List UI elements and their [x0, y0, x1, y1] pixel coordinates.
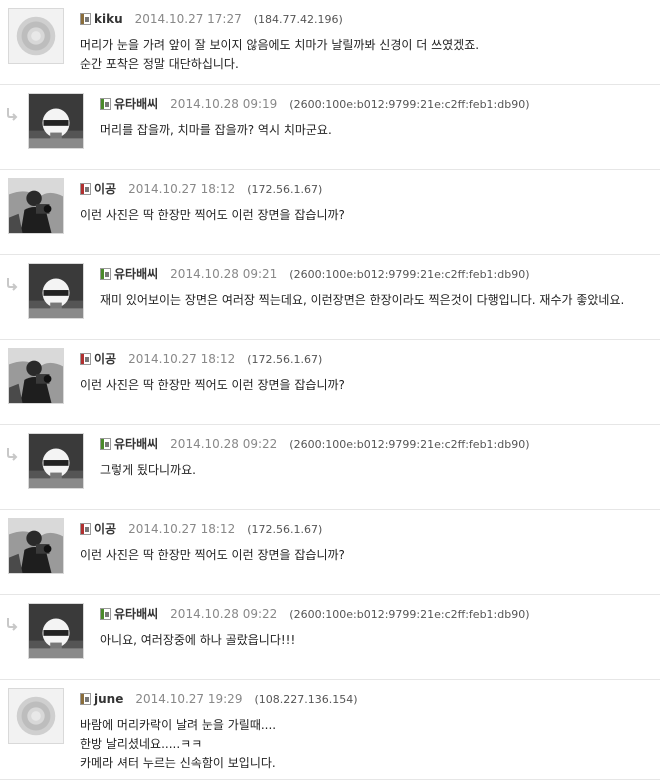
comment-text-line: 머리를 잡을까, 치마를 잡을까? 역시 치마군요.	[100, 123, 332, 137]
level-11-icon	[100, 438, 111, 450]
comment-text: 머리가 눈을 가려 앞이 잘 보이지 않음에도 치마가 날릴까봐 신경이 더 쓰…	[80, 36, 650, 74]
author-name[interactable]: june	[94, 692, 123, 706]
author-name[interactable]: 유타배씨	[114, 437, 158, 451]
comment-text-line: 재미 있어보이는 장면은 여러장 찍는데요, 이런장면은 한장이라도 찍은것이 …	[100, 293, 625, 307]
comment-body: 이공 2014.10.27 18:12 (172.56.1.67) 이런 사진은 딱…	[80, 520, 650, 565]
helmet-avatar[interactable]	[28, 93, 84, 149]
author-name[interactable]: kiku	[94, 12, 123, 26]
photographer-avatar[interactable]	[8, 518, 64, 574]
comment-body: 유타배씨 2014.10.28 09:19 (2600:100e:b012:9799…	[100, 95, 650, 140]
comment-text-line: 카메라 셔터 누르는 신속함이 보입니다.	[80, 756, 276, 770]
comment-text-line: 그렇게 됬다니까요.	[100, 463, 196, 477]
level-10-icon	[80, 353, 91, 365]
comment-text: 바람에 머리카락이 날려 눈을 가릴때.... 한방 날리셨네요.....ㅋㅋ 카메…	[80, 716, 650, 773]
comment-item: 유타배씨 2014.10.28 09:22 (2600:100e:b012:9799…	[0, 425, 660, 510]
comment-text-line: 아니요, 여러장중에 하나 골랐읍니다!!!	[100, 633, 296, 647]
ip-address: (184.77.42.196)	[253, 13, 343, 26]
level-10-icon	[80, 183, 91, 195]
comment-item: kiku 2014.10.27 17:27 (184.77.42.196) 머리가 …	[0, 0, 660, 85]
comment-text-line: 이런 사진은 딱 한장만 찍어도 이런 장면을 잡습니까?	[80, 378, 345, 392]
comment-body: 유타배씨 2014.10.28 09:22 (2600:100e:b012:9799…	[100, 435, 650, 480]
default-avatar[interactable]	[8, 688, 64, 744]
comment-item: 유타배씨 2014.10.28 09:21 (2600:100e:b012:9799…	[0, 255, 660, 340]
author-name[interactable]: 유타배씨	[114, 97, 158, 111]
comment-date: 2014.10.27 19:29	[135, 692, 243, 706]
comment-meta: 이공 2014.10.27 18:12 (172.56.1.67)	[80, 350, 650, 368]
helmet-avatar[interactable]	[28, 263, 84, 319]
photographer-avatar[interactable]	[8, 178, 64, 234]
comment-meta: 유타배씨 2014.10.28 09:22 (2600:100e:b012:9799…	[100, 435, 650, 453]
author-name[interactable]: 유타배씨	[114, 607, 158, 621]
comment-meta: 유타배씨 2014.10.28 09:19 (2600:100e:b012:9799…	[100, 95, 650, 113]
ip-address: (2600:100e:b012:9799:21e:c2ff:feb1:db90)	[289, 268, 530, 281]
comment-text-line: 바람에 머리카락이 날려 눈을 가릴때....	[80, 718, 277, 732]
reply-arrow-icon	[7, 278, 18, 291]
comment-date: 2014.10.28 09:22	[170, 607, 278, 621]
comment-item: june 2014.10.27 19:29 (108.227.136.154) 바람…	[0, 680, 660, 780]
comment-item: 유타배씨 2014.10.28 09:19 (2600:100e:b012:9799…	[0, 85, 660, 170]
comment-meta: 유타배씨 2014.10.28 09:21 (2600:100e:b012:9799…	[100, 265, 650, 283]
level-11-icon	[100, 268, 111, 280]
comment-date: 2014.10.27 18:12	[128, 352, 236, 366]
comment-body: 유타배씨 2014.10.28 09:22 (2600:100e:b012:9799…	[100, 605, 650, 650]
comment-meta: june 2014.10.27 19:29 (108.227.136.154)	[80, 690, 650, 708]
comment-text-line: 순간 포착은 정말 대단하십니다.	[80, 57, 239, 71]
comment-date: 2014.10.28 09:22	[170, 437, 278, 451]
level-10-icon	[80, 523, 91, 535]
comment-item: 이공 2014.10.27 18:12 (172.56.1.67) 이런 사진은 딱…	[0, 340, 660, 425]
comment-body: 유타배씨 2014.10.28 09:21 (2600:100e:b012:9799…	[100, 265, 650, 310]
comment-date: 2014.10.28 09:21	[170, 267, 278, 281]
comment-text: 재미 있어보이는 장면은 여러장 찍는데요, 이런장면은 한장이라도 찍은것이 …	[100, 291, 650, 310]
comment-date: 2014.10.27 18:12	[128, 522, 236, 536]
helmet-avatar[interactable]	[28, 603, 84, 659]
comment-list: kiku 2014.10.27 17:27 (184.77.42.196) 머리가 …	[0, 0, 660, 780]
ip-address: (108.227.136.154)	[254, 693, 358, 706]
level-11-icon	[100, 608, 111, 620]
comment-text: 아니요, 여러장중에 하나 골랐읍니다!!!	[100, 631, 650, 650]
comment-text: 머리를 잡을까, 치마를 잡을까? 역시 치마군요.	[100, 121, 650, 140]
comment-meta: kiku 2014.10.27 17:27 (184.77.42.196)	[80, 10, 650, 28]
ip-address: (172.56.1.67)	[247, 523, 323, 536]
author-name[interactable]: 이공	[94, 182, 116, 196]
reply-arrow-icon	[7, 108, 18, 121]
comment-text: 이런 사진은 딱 한장만 찍어도 이런 장면을 잡습니까?	[80, 546, 650, 565]
ip-address: (2600:100e:b012:9799:21e:c2ff:feb1:db90)	[289, 98, 530, 111]
comment-text-line: 이런 사진은 딱 한장만 찍어도 이런 장면을 잡습니까?	[80, 208, 345, 222]
reply-arrow-icon	[7, 618, 18, 631]
author-name[interactable]: 이공	[94, 352, 116, 366]
ip-address: (172.56.1.67)	[247, 183, 323, 196]
comment-meta: 이공 2014.10.27 18:12 (172.56.1.67)	[80, 520, 650, 538]
author-name[interactable]: 이공	[94, 522, 116, 536]
comment-date: 2014.10.27 18:12	[128, 182, 236, 196]
level-6-icon	[80, 13, 91, 25]
ip-address: (2600:100e:b012:9799:21e:c2ff:feb1:db90)	[289, 438, 530, 451]
comment-item: 이공 2014.10.27 18:12 (172.56.1.67) 이런 사진은 딱…	[0, 170, 660, 255]
comment-body: 이공 2014.10.27 18:12 (172.56.1.67) 이런 사진은 딱…	[80, 350, 650, 395]
level-6-icon	[80, 693, 91, 705]
comment-date: 2014.10.28 09:19	[170, 97, 278, 111]
comment-body: 이공 2014.10.27 18:12 (172.56.1.67) 이런 사진은 딱…	[80, 180, 650, 225]
ip-address: (2600:100e:b012:9799:21e:c2ff:feb1:db90)	[289, 608, 530, 621]
comment-body: kiku 2014.10.27 17:27 (184.77.42.196) 머리가 …	[80, 10, 650, 74]
comment-text: 그렇게 됬다니까요.	[100, 461, 650, 480]
ip-address: (172.56.1.67)	[247, 353, 323, 366]
level-11-icon	[100, 98, 111, 110]
comment-text-line: 한방 날리셨네요.....ㅋㅋ	[80, 737, 203, 751]
comment-meta: 이공 2014.10.27 18:12 (172.56.1.67)	[80, 180, 650, 198]
reply-arrow-icon	[7, 448, 18, 461]
comment-body: june 2014.10.27 19:29 (108.227.136.154) 바람…	[80, 690, 650, 773]
helmet-avatar[interactable]	[28, 433, 84, 489]
comment-item: 이공 2014.10.27 18:12 (172.56.1.67) 이런 사진은 딱…	[0, 510, 660, 595]
comment-text-line: 이런 사진은 딱 한장만 찍어도 이런 장면을 잡습니까?	[80, 548, 345, 562]
comment-item: 유타배씨 2014.10.28 09:22 (2600:100e:b012:9799…	[0, 595, 660, 680]
author-name[interactable]: 유타배씨	[114, 267, 158, 281]
photographer-avatar[interactable]	[8, 348, 64, 404]
comment-meta: 유타배씨 2014.10.28 09:22 (2600:100e:b012:9799…	[100, 605, 650, 623]
comment-text: 이런 사진은 딱 한장만 찍어도 이런 장면을 잡습니까?	[80, 376, 650, 395]
comment-date: 2014.10.27 17:27	[134, 12, 242, 26]
comment-text: 이런 사진은 딱 한장만 찍어도 이런 장면을 잡습니까?	[80, 206, 650, 225]
comment-text-line: 머리가 눈을 가려 앞이 잘 보이지 않음에도 치마가 날릴까봐 신경이 더 쓰…	[80, 38, 480, 52]
default-avatar[interactable]	[8, 8, 64, 64]
